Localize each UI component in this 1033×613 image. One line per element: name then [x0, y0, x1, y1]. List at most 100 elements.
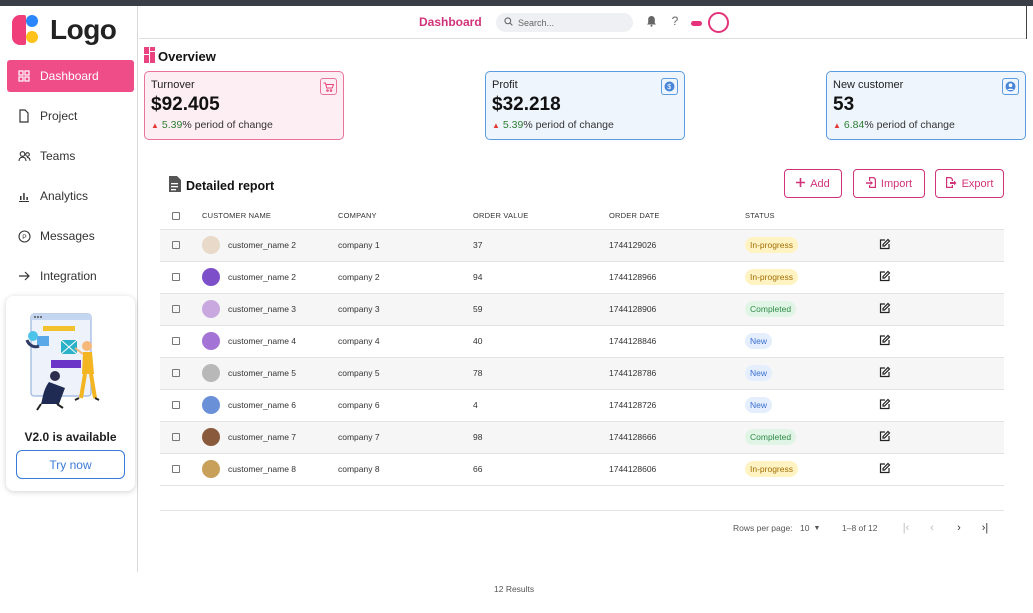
- edit-icon[interactable]: [879, 398, 891, 412]
- customer-name: customer_name 2: [228, 240, 297, 250]
- table-row[interactable]: customer_name 6 company 6 4 1744128726 New: [160, 389, 1004, 422]
- column-header[interactable]: STATUS: [745, 203, 879, 230]
- customer-avatar: [202, 300, 220, 318]
- order-value-cell: 98: [473, 421, 609, 454]
- sidebar-item-integration[interactable]: Integration: [7, 260, 134, 292]
- message-icon: P: [17, 229, 31, 243]
- bar-chart-icon: [17, 189, 31, 203]
- order-date-cell: 1744128966: [609, 261, 745, 294]
- customer-name: customer_name 3: [228, 304, 297, 314]
- card-change: ▲ 5.39% period of change: [151, 119, 273, 131]
- row-checkbox[interactable]: [172, 337, 180, 345]
- customer-avatar: [202, 268, 220, 286]
- column-header[interactable]: ORDER DATE: [609, 203, 745, 230]
- svg-text:P: P: [22, 234, 26, 241]
- import-icon: [865, 176, 876, 191]
- user-icon: [1002, 78, 1019, 95]
- order-value-cell: 37: [473, 229, 609, 262]
- sidebar-item-teams[interactable]: Teams: [7, 140, 134, 172]
- order-value-cell: 40: [473, 325, 609, 358]
- last-page-icon[interactable]: ›|: [978, 521, 992, 535]
- row-checkbox[interactable]: [172, 401, 180, 409]
- rows-per-page-select[interactable]: 10 ▼: [800, 523, 820, 533]
- sidebar-item-label: Project: [40, 109, 78, 123]
- report-heading: Detailed report: [168, 176, 274, 195]
- theme-toggle[interactable]: [691, 21, 702, 26]
- plus-icon: [796, 177, 806, 190]
- first-page-icon[interactable]: |‹: [899, 521, 913, 535]
- card-value: $92.405: [151, 94, 220, 115]
- row-checkbox[interactable]: [172, 433, 180, 441]
- status-badge: New: [745, 333, 773, 349]
- sidebar-item-messages[interactable]: P Messages: [7, 220, 134, 252]
- table-row[interactable]: customer_name 7 company 7 98 1744128666 Comp…: [160, 421, 1004, 454]
- row-checkbox[interactable]: [172, 273, 180, 281]
- order-value-cell: 59: [473, 293, 609, 326]
- order-date-cell: 1744129026: [609, 229, 745, 262]
- sidebar-item-dashboard[interactable]: Dashboard: [7, 60, 134, 92]
- order-value-cell: 78: [473, 357, 609, 390]
- table-row[interactable]: customer_name 4 company 4 40 1744128846 New: [160, 325, 1004, 358]
- table-row[interactable]: customer_name 2 company 2 94 1744128966 In-p…: [160, 261, 1004, 294]
- customer-avatar: [202, 428, 220, 446]
- edit-icon[interactable]: [879, 270, 891, 284]
- table-row[interactable]: customer_name 8 company 8 66 1744128606 In-p…: [160, 453, 1004, 486]
- edit-icon[interactable]: [879, 462, 891, 476]
- company-cell: company 2: [338, 261, 473, 294]
- edit-icon[interactable]: [879, 366, 891, 380]
- document-icon: [17, 109, 31, 123]
- svg-text:$: $: [667, 84, 671, 91]
- row-checkbox[interactable]: [172, 305, 180, 313]
- column-header[interactable]: ORDER VALUE: [473, 203, 609, 230]
- search-input[interactable]: Search...: [496, 13, 633, 32]
- status-badge: New: [745, 365, 773, 381]
- sidebar-nav: Dashboard Project Teams Analytics P Mess…: [7, 60, 134, 300]
- table-row[interactable]: customer_name 3 company 3 59 1744128906 Comp…: [160, 293, 1004, 326]
- column-header[interactable]: CUSTOMER NAME: [202, 203, 338, 230]
- help-icon[interactable]: ?: [668, 14, 682, 28]
- table-header-row: CUSTOMER NAME COMPANY ORDER VALUE ORDER …: [160, 203, 1004, 230]
- try-now-button[interactable]: Try now: [16, 450, 125, 479]
- edit-icon[interactable]: [879, 238, 891, 252]
- company-cell: company 1: [338, 229, 473, 262]
- sidebar-item-label: Messages: [40, 229, 95, 243]
- sidebar-item-label: Dashboard: [40, 69, 99, 83]
- sidebar: Logo Dashboard Project Teams Analytics P…: [4, 6, 138, 572]
- import-button[interactable]: Import: [853, 169, 925, 198]
- status-badge: New: [745, 397, 773, 413]
- sidebar-item-project[interactable]: Project: [7, 100, 134, 132]
- logo-mark-icon: [10, 13, 44, 47]
- next-page-icon[interactable]: ›: [952, 521, 966, 535]
- top-header: Dashboard Search... ?: [139, 6, 1027, 39]
- order-date-cell: 1744128606: [609, 453, 745, 486]
- table-row[interactable]: customer_name 2 company 1 37 1744129026 In-p…: [160, 229, 1004, 262]
- select-all-checkbox[interactable]: [172, 211, 180, 220]
- status-badge: In-progress: [745, 237, 798, 253]
- edit-icon[interactable]: [879, 334, 891, 348]
- row-checkbox[interactable]: [172, 241, 180, 249]
- row-checkbox[interactable]: [172, 465, 180, 473]
- order-value-cell: 4: [473, 389, 609, 422]
- user-avatar[interactable]: [708, 12, 729, 33]
- sidebar-item-analytics[interactable]: Analytics: [7, 180, 134, 212]
- previous-page-icon[interactable]: ‹: [925, 521, 939, 535]
- export-button[interactable]: Export: [935, 169, 1004, 198]
- overview-icon: [144, 47, 156, 66]
- table-row[interactable]: customer_name 5 company 5 78 1744128786 New: [160, 357, 1004, 390]
- order-date-cell: 1744128666: [609, 421, 745, 454]
- company-cell: company 6: [338, 389, 473, 422]
- column-header[interactable]: COMPANY: [338, 203, 473, 230]
- edit-icon[interactable]: [879, 302, 891, 316]
- results-count: 12 Results: [494, 584, 535, 594]
- bell-icon[interactable]: [644, 14, 658, 28]
- edit-icon[interactable]: [879, 430, 891, 444]
- order-value-cell: 66: [473, 453, 609, 486]
- company-cell: company 7: [338, 421, 473, 454]
- company-cell: company 5: [338, 357, 473, 390]
- logo[interactable]: Logo: [10, 13, 117, 47]
- card-value: 53: [833, 94, 855, 115]
- pagination-range: 1–8 of 12: [842, 523, 878, 533]
- add-button[interactable]: Add: [784, 169, 842, 198]
- row-checkbox[interactable]: [172, 369, 180, 377]
- card-change: ▲ 5.39% period of change: [492, 119, 614, 131]
